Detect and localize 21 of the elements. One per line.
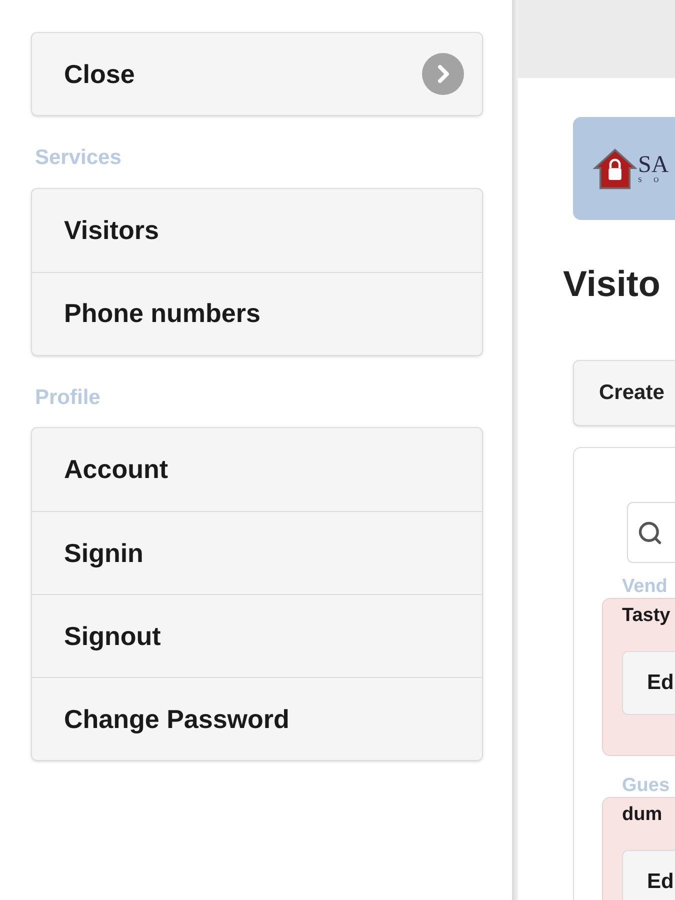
edit-button[interactable]: Ed xyxy=(622,850,675,900)
create-button[interactable]: Create xyxy=(573,360,675,426)
logo-name: SA xyxy=(638,153,669,177)
menu-item[interactable]: Visitors xyxy=(32,188,482,272)
house-lock-icon xyxy=(593,148,637,190)
entry-name: Tasty xyxy=(622,604,672,628)
menu-item[interactable]: Account xyxy=(32,428,482,511)
page-heading: Visito xyxy=(563,266,662,302)
search-icon xyxy=(637,520,663,546)
edit-button[interactable]: Ed xyxy=(622,650,675,714)
menu-item[interactable]: Signout xyxy=(32,594,482,677)
menu-item[interactable]: Phone numbers xyxy=(32,272,482,354)
section-title: Services xyxy=(35,145,122,171)
group-title: Vend xyxy=(622,577,668,596)
close-menu-item[interactable]: Close xyxy=(31,32,483,116)
group-title: Gues xyxy=(622,776,671,795)
chevron-right-icon xyxy=(422,53,464,95)
entry-name: dum xyxy=(622,803,664,827)
menu-item[interactable]: Change Password xyxy=(32,677,482,760)
section-title: Profile xyxy=(35,384,102,410)
menu-item[interactable]: Signin xyxy=(32,511,482,594)
